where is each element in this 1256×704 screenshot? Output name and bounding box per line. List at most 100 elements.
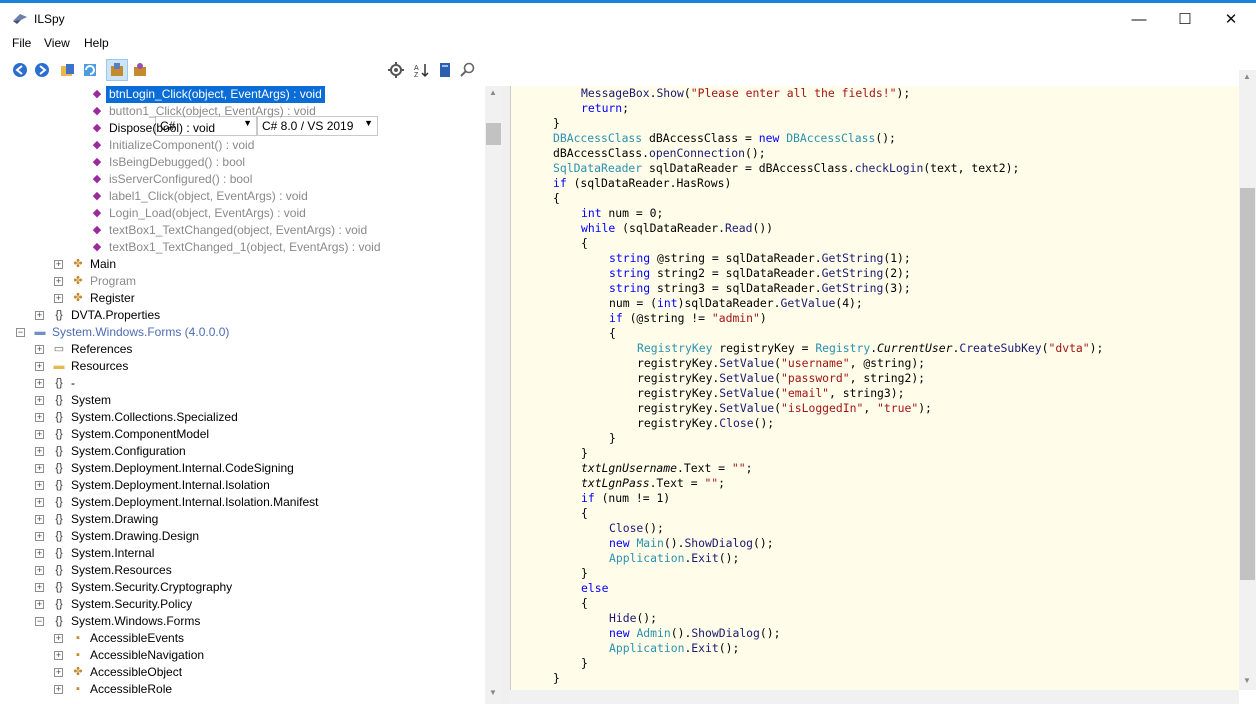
tree-node-label: AccessibleEvents: [90, 631, 185, 645]
expand-icon[interactable]: +: [54, 260, 63, 269]
expand-icon[interactable]: +: [35, 413, 44, 422]
code-horizontal-scrollbar[interactable]: [510, 690, 1239, 704]
menu-bar: File View Help: [0, 33, 1256, 53]
expand-icon[interactable]: +: [35, 549, 44, 558]
code-scrollbar[interactable]: ▲ ▼: [1239, 70, 1256, 690]
expand-icon[interactable]: +: [35, 464, 44, 473]
code-line: registryKey.SetValue("username", @string…: [637, 356, 926, 370]
code-line: }: [553, 116, 560, 130]
code-line: }: [553, 671, 560, 685]
show-compiler-generated-icon[interactable]: [132, 62, 148, 78]
class-icon: ✤: [73, 292, 83, 304]
expand-icon[interactable]: +: [35, 362, 44, 371]
expand-icon[interactable]: +: [35, 430, 44, 439]
open-icon[interactable]: [60, 62, 76, 78]
method-icon: ◆: [92, 224, 102, 236]
window-title: ILSpy: [34, 12, 65, 26]
expand-icon[interactable]: +: [54, 668, 63, 677]
scroll-down-icon[interactable]: ▼: [489, 688, 497, 697]
tree-node-label: textBox1_TextChanged_1(object, EventArgs…: [109, 240, 381, 254]
scroll-up-icon[interactable]: ▲: [489, 88, 497, 97]
collapse-icon[interactable]: −: [16, 328, 25, 337]
expand-icon[interactable]: +: [35, 515, 44, 524]
expand-icon[interactable]: +: [35, 498, 44, 507]
tree-node-label: System.Windows.Forms: [71, 614, 201, 628]
expand-icon[interactable]: +: [54, 634, 63, 643]
ilspy-app-icon: [13, 14, 27, 24]
expand-icon[interactable]: +: [54, 277, 63, 286]
code-line: if (@string != "admin"): [609, 311, 767, 325]
namespace-icon: {}: [55, 377, 63, 389]
expand-icon[interactable]: +: [35, 396, 44, 405]
code-line: string string2 = sqlDataReader.GetString…: [609, 266, 911, 280]
sort-icon[interactable]: AZ: [414, 62, 430, 78]
book-icon[interactable]: [437, 62, 453, 78]
tree-node-label: Program: [90, 274, 137, 288]
menu-file[interactable]: File: [12, 36, 31, 50]
expand-icon[interactable]: +: [35, 379, 44, 388]
method-icon: ◆: [92, 173, 102, 185]
scroll-down-icon[interactable]: ▼: [1243, 676, 1251, 685]
code-line: new Admin().ShowDialog();: [609, 626, 781, 640]
code-line: if (sqlDataReader.HasRows): [553, 176, 732, 190]
close-button[interactable]: ✕: [1208, 6, 1254, 34]
code-line: while (sqlDataReader.Read()): [581, 221, 774, 235]
method-icon: ◆: [92, 88, 102, 100]
tree-node-label: AccessibleObject: [90, 665, 183, 679]
code-line: }: [581, 446, 588, 460]
expand-icon[interactable]: +: [54, 294, 63, 303]
method-icon: ◆: [92, 105, 102, 117]
expand-icon[interactable]: +: [35, 566, 44, 575]
tree-node-label: AccessibleNavigation: [90, 648, 205, 662]
scroll-up-icon[interactable]: ▲: [1243, 72, 1251, 81]
method-icon: ◆: [92, 122, 102, 134]
pane-splitter[interactable]: [502, 86, 510, 704]
expand-icon[interactable]: +: [35, 311, 44, 320]
menu-help[interactable]: Help: [84, 36, 109, 50]
tree-scrollbar-thumb[interactable]: [486, 123, 501, 145]
collapse-icon[interactable]: −: [35, 617, 44, 626]
settings-icon[interactable]: [388, 62, 404, 78]
code-line: return;: [581, 101, 630, 115]
tree-scrollbar[interactable]: ▲ ▼: [485, 86, 502, 704]
tree-node-label: System.Deployment.Internal.Isolation: [71, 478, 270, 492]
class-icon: ✤: [73, 666, 83, 678]
minimize-button[interactable]: —: [1116, 6, 1162, 34]
expand-icon[interactable]: +: [35, 532, 44, 541]
tree-node-label: System.Internal: [71, 546, 155, 560]
expand-icon[interactable]: +: [35, 345, 44, 354]
assembly-icon: ▬: [34, 326, 46, 338]
forward-icon[interactable]: [34, 62, 50, 78]
code-line: registryKey.SetValue("password", string2…: [637, 371, 926, 385]
code-scrollbar-thumb[interactable]: [1240, 188, 1255, 580]
namespace-icon: {}: [55, 479, 63, 491]
assembly-tree[interactable]: ◆ btnLogin_Click(object, EventArgs) : voi…: [8, 86, 485, 700]
tree-node-label: System.Security.Policy: [71, 597, 193, 611]
maximize-button[interactable]: ☐: [1162, 6, 1208, 34]
tree-node-label: AccessibleRole: [90, 682, 173, 696]
expand-icon[interactable]: +: [35, 600, 44, 609]
menu-view[interactable]: View: [44, 36, 70, 50]
tree-node-label: DVTA.Properties: [71, 308, 161, 322]
tree-node-label: System: [71, 393, 112, 407]
code-line: else: [581, 581, 609, 595]
decompiled-code-view[interactable]: MessageBox.Show("Please enter all the fi…: [510, 86, 1240, 690]
expand-icon[interactable]: +: [35, 583, 44, 592]
expand-icon[interactable]: +: [54, 685, 63, 694]
namespace-icon: {}: [55, 309, 63, 321]
code-line: string @string = sqlDataReader.GetString…: [609, 251, 911, 265]
enum-icon: ▪: [76, 683, 80, 695]
expand-icon[interactable]: +: [35, 481, 44, 490]
show-private-toggle[interactable]: [106, 59, 128, 81]
show-private-icon: [111, 63, 123, 76]
expand-icon[interactable]: +: [35, 447, 44, 456]
refresh-icon[interactable]: [82, 62, 98, 78]
references-icon: ▭: [53, 343, 65, 355]
back-icon[interactable]: [12, 62, 28, 78]
tree-node-label: label1_Click(object, EventArgs) : void: [109, 189, 308, 203]
code-line: DBAccessClass dBAccessClass = new DBAcce…: [553, 131, 896, 145]
code-line: {: [581, 236, 588, 250]
expand-icon[interactable]: +: [54, 651, 63, 660]
tree-node-label: Main: [90, 257, 117, 271]
search-icon[interactable]: [460, 62, 476, 78]
